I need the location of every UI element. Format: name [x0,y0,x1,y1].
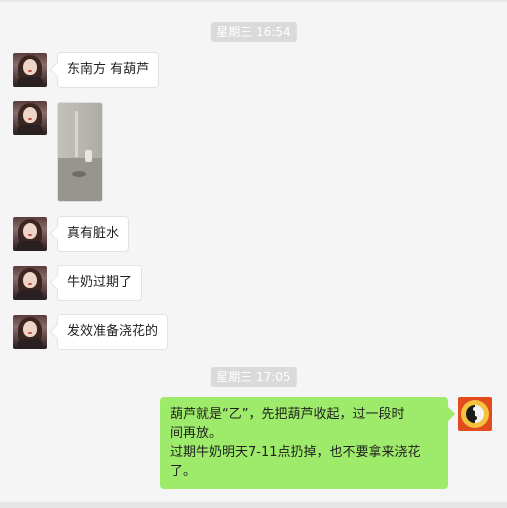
bottom-divider [0,502,507,508]
yang-dot [473,416,477,420]
sent-message-line: 了。 [170,464,197,479]
sent-message[interactable]: 葫芦就是“乙”，先把葫芦收起，过一段时 间再放。 过期牛奶明天7-11点扔掉，也… [160,397,448,489]
avatar-lips [28,283,32,285]
avatar-face [23,321,37,337]
photo-wall [58,103,102,158]
contact-avatar[interactable] [13,266,47,300]
avatar-face [23,59,37,75]
contact-avatar[interactable] [13,217,47,251]
yin-dot [473,407,477,411]
sent-message-line: 葫芦就是“乙”，先把葫芦收起，过一段时 [170,407,405,422]
received-message[interactable]: 东南方 有葫芦 [57,52,160,88]
sent-message-line: 过期牛奶明天7-11点扔掉，也不要拿来浇花 [170,445,421,460]
photo-floor [58,158,102,201]
photo-bottle [85,150,92,162]
avatar-body [17,241,43,251]
avatar-body [17,125,43,135]
avatar-lips [28,332,32,334]
received-message[interactable]: 发效准备浇花的 [57,314,169,350]
contact-avatar[interactable] [13,53,47,87]
timestamp: 星期三 17:05 [210,367,297,387]
avatar-lips [28,234,32,236]
photo-message[interactable] [57,102,103,202]
top-divider [0,0,507,2]
avatar-face [23,272,37,288]
received-message[interactable]: 牛奶过期了 [57,265,143,301]
avatar-body [17,290,43,300]
avatar-lips [28,118,32,120]
avatar-body [17,77,43,87]
sent-message-line: 间再放。 [170,426,223,441]
received-message[interactable]: 真有脏水 [57,216,130,252]
avatar-body [17,339,43,349]
avatar-face [23,107,37,123]
timestamp: 星期三 16:54 [210,22,297,42]
my-avatar[interactable] [458,397,492,431]
photo-pipe [75,111,78,157]
contact-avatar[interactable] [13,315,47,349]
avatar-face [23,223,37,239]
avatar-lips [28,70,32,72]
contact-avatar[interactable] [13,101,47,135]
photo-drain [72,171,86,177]
